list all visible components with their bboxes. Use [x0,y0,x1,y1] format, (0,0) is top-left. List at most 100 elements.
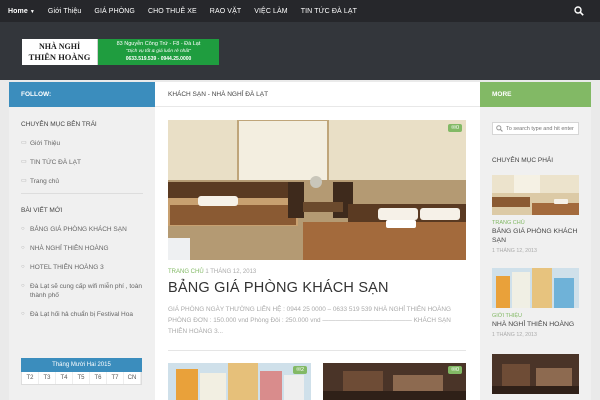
featured-post-image[interactable]: ✉0 [168,120,466,260]
post-title-link[interactable]: BẢNG GIÁ PHÒNG KHÁCH SẠN [168,280,389,296]
hotel-room-photo [168,120,466,260]
comment-count: 0 [455,125,459,131]
top-navigation: Home ▼ Giới Thiệu GIÁ PHÒNG CHO THUÊ XE R… [0,0,600,22]
room-photo [323,363,466,400]
list-item[interactable]: ▭ Giới Thiệu [9,136,155,155]
weekday-label: T3 [39,372,56,384]
widget-categories-title: CHUYÊN MỤC BÊN TRÁI [21,121,97,128]
folder-icon: ▭ [21,140,27,146]
logo-brand: NHÀ NGHỈ THIÊN HOÀNG [22,39,98,65]
nav-cho-thue-xe[interactable]: CHO THUÊ XE [148,8,197,15]
comment-count-badge[interactable]: ✉2 [293,366,307,374]
list-item-label: Đà Lạt sẽ cung cấp wifi miễn phí , toàn … [30,283,143,299]
page-title: KHÁCH SẠN - NHÀ NGHỈ ĐÀ LẠT [155,82,480,107]
widget-categories-list: ▭ Giới Thiệu ▭ TIN TỨC ĐÀ LẠT ▭ Trang chủ [9,136,155,193]
sidebar-search [492,122,579,135]
sidebar-post-date: 1 THÁNG 12, 2013 [492,332,537,338]
sidebar-post-image[interactable] [492,268,579,308]
circle-icon: ○ [21,283,25,289]
weekday-label: T5 [73,372,90,384]
post-meta: TRANG CHỦ 1 THÁNG 12, 2013 [168,269,256,275]
list-item-label: HOTEL THIÊN HOÀNG 3 [30,264,104,271]
divider [168,350,466,351]
list-item[interactable]: ○ HOTEL THIÊN HOÀNG 3 [9,260,155,279]
list-item-label: Đà Lạt hối hả chuẩn bị Festival Hoa [30,311,133,318]
nav-home-label: Home [8,7,28,15]
sidebar-post[interactable]: TRANG CHỦ BẢNG GIÁ PHÒNG KHÁCH SẠN 1 THÁ… [492,175,579,254]
circle-icon: ○ [21,264,25,270]
left-sidebar: FOLLOW: CHUYÊN MỤC BÊN TRÁI ▭ Giới Thiệu … [9,82,155,400]
nav-tin-tuc[interactable]: TIN TỨC ĐÀ LẠT [301,8,357,15]
chevron-down-icon: ▼ [29,8,35,15]
list-item-label: BẢNG GIÁ PHÒNG KHÁCH SẠN [30,226,127,233]
site-logo[interactable]: NHÀ NGHỈ THIÊN HOÀNG 83 Nguyễn Công Trứ … [22,39,219,65]
folder-icon: ▭ [21,159,27,165]
list-item[interactable]: ○ NHÀ NGHỈ THIÊN HOÀNG [9,241,155,260]
hotel-room-photo [492,175,579,215]
sidebar-post-date: 1 THÁNG 12, 2013 [492,248,537,254]
post-date: 1 THÁNG 12, 2013 [205,269,257,275]
logo-line1: NHÀ NGHỈ [38,42,81,51]
post-category-link[interactable]: TRANG CHỦ [168,269,204,275]
list-item[interactable]: ○ Đà Lạt sẽ cung cấp wifi miễn phí , toàn… [9,279,155,307]
circle-icon: ○ [21,245,25,251]
building-photo [168,363,311,400]
sidebar-post-category[interactable]: GIỚI THIỆU [492,313,579,319]
circle-icon: ○ [21,226,25,232]
circle-icon: ○ [21,311,25,317]
search-input[interactable] [506,125,578,132]
sidebar-post-title[interactable]: NHÀ NGHỈ THIÊN HOÀNG [492,320,579,329]
follow-bar: FOLLOW: [9,82,155,107]
comment-count: 0 [455,367,459,373]
widget-recent-list: ○ BẢNG GIÁ PHÒNG KHÁCH SẠN ○ NHÀ NGHỈ THIÊ… [9,222,155,326]
post-excerpt: GIÁ PHÒNG NGÀY THƯỜNG LIÊN HỆ : 0944 25 … [168,306,452,335]
weekday-label: T2 [22,372,39,384]
search-icon[interactable] [574,6,584,16]
weekday-label: T4 [56,372,73,384]
sidebar-post-title[interactable]: BẢNG GIÁ PHÒNG KHÁCH SẠN [492,227,579,245]
sidebar-post-image[interactable] [492,175,579,215]
list-item[interactable]: ○ BẢNG GIÁ PHÒNG KHÁCH SẠN [9,222,155,241]
logo-phones: 0633.519.539 - 0944.25.0000 [125,55,192,62]
logo-address: 83 Nguyễn Công Trứ - F8 - Đà Lạt [116,40,201,47]
site-header: NHÀ NGHỈ THIÊN HOÀNG 83 Nguyễn Công Trứ … [0,22,600,80]
logo-info: 83 Nguyễn Công Trứ - F8 - Đà Lạt "Dịch v… [98,39,219,65]
building-photo [492,268,579,308]
more-bar: MORE [480,82,591,107]
calendar-widget: Tháng Mười Hai 2015 T2 T3 T4 T5 T6 T7 CN [21,358,142,385]
comment-count-badge[interactable]: ✉0 [448,124,462,132]
calendar-month: Tháng Mười Hai 2015 [21,358,142,372]
list-item-label: TIN TỨC ĐÀ LẠT [30,159,81,166]
comment-count: 2 [300,367,304,373]
sidebar-post-category[interactable]: TRANG CHỦ [492,220,579,226]
list-item-label: NHÀ NGHỈ THIÊN HOÀNG [30,245,109,252]
post-thumbnail[interactable]: ✉2 [168,363,311,400]
comment-count-badge[interactable]: ✉0 [448,366,462,374]
list-item[interactable]: ▭ TIN TỨC ĐÀ LẠT [9,155,155,174]
search-icon [496,125,503,132]
post-thumbnail[interactable]: ✉0 [323,363,466,400]
room-photo [492,354,579,394]
nav-rao-vat[interactable]: RAO VẶT [210,8,241,15]
weekday-label: CN [124,372,141,384]
list-item-label: Trang chủ [30,178,60,185]
nav-gia-phong[interactable]: GIÁ PHÒNG [94,8,135,15]
sidebar-post-image[interactable] [492,354,579,394]
widget-right-title: CHUYÊN MỤC PHẢI [492,157,554,164]
list-item[interactable]: ▭ Trang chủ [9,174,155,193]
nav-viec-lam[interactable]: VIỆC LÀM [254,8,287,15]
logo-line2: THIÊN HOÀNG [28,52,91,62]
folder-icon: ▭ [21,178,27,184]
widget-recent-title: BÀI VIẾT MỚI [21,207,63,214]
right-sidebar: MORE CHUYÊN MỤC PHẢI TRANG CHỦ BẢNG GIÁ … [480,82,591,400]
list-item-label: Giới Thiệu [30,140,61,147]
sidebar-post[interactable]: GIỚI THIỆU NHÀ NGHỈ THIÊN HOÀNG 1 THÁNG … [492,268,579,338]
list-item[interactable]: ○ Đà Lạt hối hả chuẩn bị Festival Hoa [9,307,155,326]
sidebar-post[interactable] [492,354,579,394]
weekday-label: T6 [90,372,107,384]
logo-slogan: "Dịch vụ tốt & giá luôn rẻ nhất" [125,49,191,55]
weekday-label: T7 [107,372,124,384]
nav-gioi-thieu[interactable]: Giới Thiệu [48,8,81,15]
nav-home[interactable]: Home ▼ [8,8,35,15]
main-content: KHÁCH SẠN - NHÀ NGHỈ ĐÀ LẠT ✉0 TRANG CHỦ… [155,82,480,400]
